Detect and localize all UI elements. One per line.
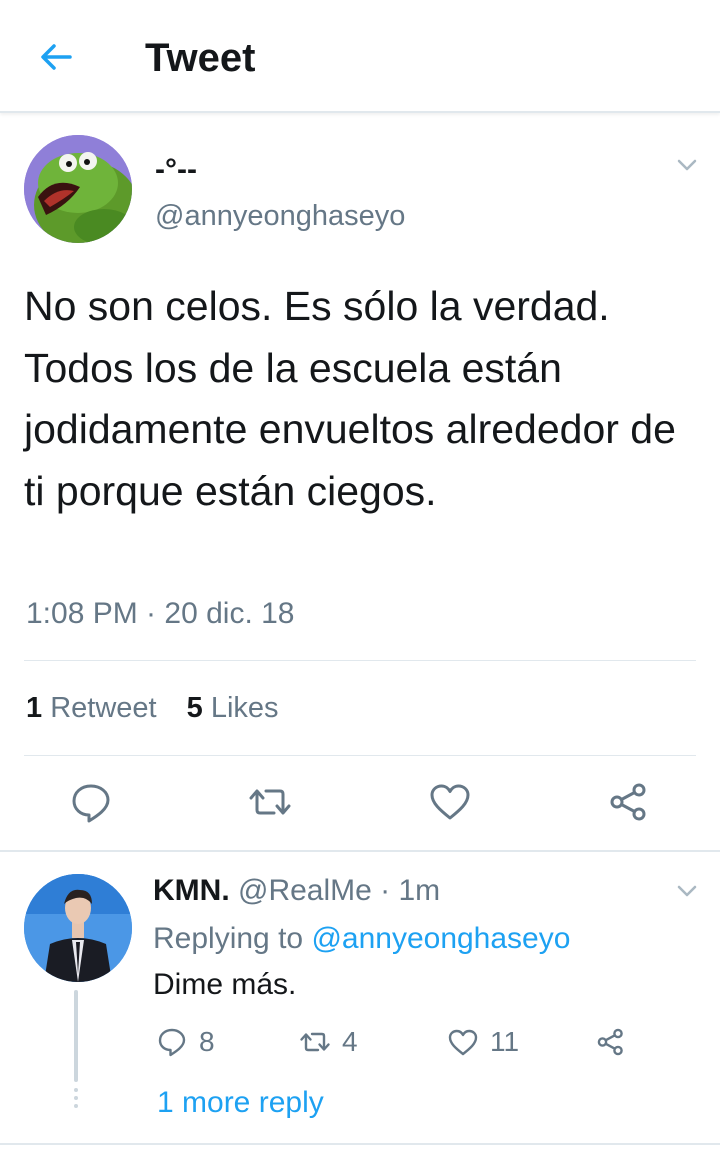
avatar[interactable]	[24, 135, 132, 243]
retweets-count: 1	[26, 692, 43, 724]
reply-icon	[72, 784, 110, 823]
share-button[interactable]	[605, 778, 653, 826]
reply-share-button[interactable]	[594, 1022, 628, 1062]
reply-reply-button[interactable]: 8	[155, 1022, 215, 1062]
tweet-text: No son celos. Es sólo la verdad. Todos l…	[24, 283, 676, 514]
heart-icon	[448, 1029, 478, 1056]
replying-to-mention[interactable]: @annyeonghaseyo	[311, 922, 570, 955]
display-name[interactable]: -°--	[155, 152, 197, 188]
likes-label: Likes	[210, 692, 279, 724]
page-title: Tweet	[145, 36, 256, 80]
divider	[24, 755, 696, 756]
more-replies-link[interactable]: 1 more reply	[157, 1084, 324, 1122]
retweets-label: Retweet	[50, 692, 157, 724]
thread-dot	[74, 1096, 78, 1100]
heart-icon	[430, 784, 470, 820]
retweet-count: 4	[342, 1026, 358, 1057]
chevron-down-icon	[677, 885, 697, 897]
thread-dot	[74, 1088, 78, 1092]
kermit-avatar-image	[24, 135, 132, 243]
tweet-options-button[interactable]	[672, 150, 702, 180]
retweet-button[interactable]	[246, 778, 294, 826]
section-divider	[0, 1143, 720, 1145]
reply-button[interactable]	[67, 778, 115, 826]
tweet-stats: 1 Retweet 5 Likes	[26, 690, 301, 726]
tweet-detail-page: Tweet -°-- @annyeonghaseyo No son celos.…	[0, 0, 720, 1151]
arrow-left-icon	[41, 44, 72, 70]
like-count: 11	[490, 1026, 520, 1057]
share-icon	[597, 1028, 623, 1056]
likes-stat[interactable]: 5 Likes	[187, 690, 279, 726]
reply-handle[interactable]: @RealMe	[238, 874, 372, 907]
tweet-timestamp[interactable]: 1:08 PM · 20 dic. 18	[26, 596, 294, 632]
reply-count: 8	[199, 1026, 215, 1057]
thread-dot	[74, 1104, 78, 1108]
user-handle[interactable]: @annyeonghaseyo	[155, 198, 405, 234]
reply-options-button[interactable]	[672, 876, 702, 906]
replying-prefix: Replying to	[153, 922, 304, 955]
reply-header: KMN. @RealMe · 1m	[153, 872, 440, 910]
reply-text: Dime más.	[153, 968, 297, 1001]
chevron-down-icon	[677, 159, 697, 171]
reply-like-button[interactable]: 11	[446, 1022, 519, 1062]
likes-count: 5	[186, 692, 203, 724]
share-icon	[610, 783, 646, 821]
reply-avatar[interactable]	[24, 874, 132, 982]
reply-retweet-button[interactable]: 4	[298, 1022, 358, 1062]
retweets-stat[interactable]: 1 Retweet	[26, 690, 157, 726]
reply-display-name[interactable]: KMN.	[153, 874, 230, 907]
divider	[24, 660, 696, 661]
section-divider	[0, 850, 720, 852]
back-button[interactable]	[34, 34, 80, 80]
reply-icon	[158, 1028, 186, 1057]
replying-to-line: Replying to @annyeonghaseyo	[153, 920, 570, 958]
top-bar: Tweet	[0, 0, 720, 113]
retweet-icon	[300, 1032, 330, 1052]
thread-line	[74, 990, 78, 1082]
retweet-icon	[249, 789, 291, 815]
person-avatar-image	[24, 874, 132, 982]
reply-time: · 1m	[380, 874, 441, 907]
like-button[interactable]	[426, 778, 474, 826]
